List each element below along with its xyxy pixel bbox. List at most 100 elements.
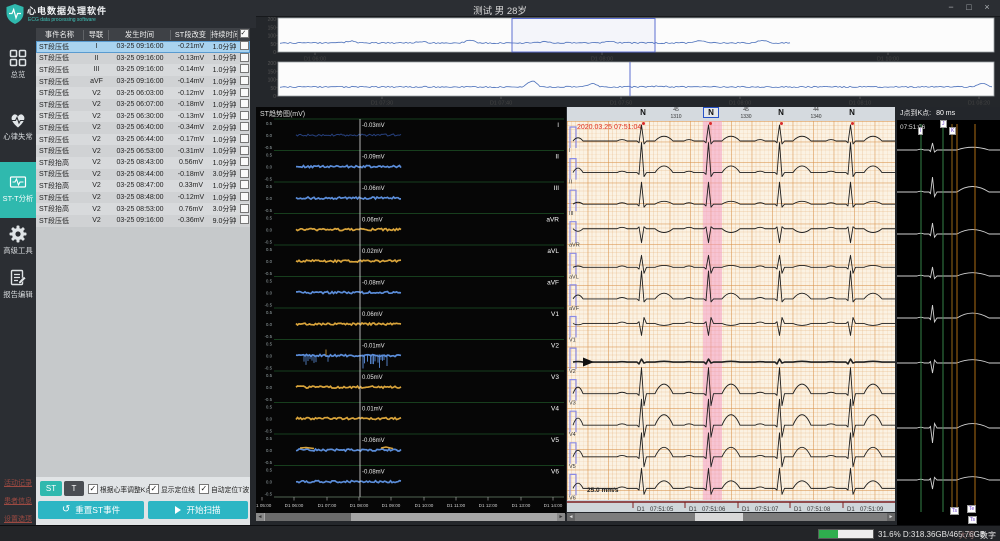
svg-text:D1 08:00: D1 08:00 [350,503,369,508]
svg-text:D1 06:00: D1 06:00 [285,503,304,508]
table-row[interactable]: ST段压低V203-25 06:40:00-0.34mV2.0分钟 [36,122,250,134]
row-checkbox[interactable] [238,111,250,122]
sidebar-item-st-t-analysis[interactable]: ST-T分析 [0,162,36,218]
cell: V2 [84,136,109,143]
table-row[interactable]: ST段压低V203-25 06:53:00-0.31mV1.0分钟 [36,145,250,157]
beat-label[interactable]: N [636,108,650,117]
table-row[interactable]: ST段压低V203-25 08:48:00-0.12mV1.0分钟 [36,192,250,204]
marker-label-Te[interactable]: Te [967,505,976,513]
ecg-waveform-gr[interactable]: 2020.03.25 07:51:0425.0 mm/sIIIIIIaVRaVL… [567,121,895,500]
marker-label-I[interactable]: I [918,127,923,135]
svg-text:-0.01mV: -0.01mV [362,344,385,350]
reset-st-events-button[interactable]: ↺ 重置ST事件 [38,501,144,519]
svg-text:07:51:06: 07:51:06 [702,507,726,512]
sidebar-item-label: 总览 [1,69,34,79]
sidebar-item-arrhythmia[interactable]: 心律失常 [0,110,36,142]
sidebar-item-report-edit[interactable]: 报告编辑 [0,268,36,300]
st-mode-button[interactable]: ST [40,481,62,496]
table-row[interactable]: ST段抬高V203-25 08:43:000.56mV1.0分钟 [36,157,250,169]
table-row[interactable]: ST段抬高V203-25 08:47:000.33mV1.0分钟 [36,180,250,192]
t-mode-button[interactable]: T [64,481,84,496]
scrollbar-thumb[interactable] [265,513,351,521]
table-row[interactable]: ST段压低V203-25 08:44:00-0.18mV3.0分钟 [36,169,250,181]
row-checkbox[interactable] [238,192,250,203]
marker-label-Ts[interactable]: Ts [950,507,959,515]
row-checkbox[interactable] [238,76,250,87]
col-time: 发生时间 [109,30,171,40]
beat-label-selected[interactable]: N [703,107,719,118]
svg-text:0.0: 0.0 [266,165,273,170]
analysis-option-2[interactable]: 自动定位T波 [199,484,249,494]
checkbox-icon [240,204,249,213]
row-checkbox[interactable] [238,180,250,191]
ime-number-indicator[interactable]: 数字 [980,530,996,541]
sidebar-item-overview[interactable]: 总览 [0,48,36,80]
cell: 03-25 09:16:00 [109,217,171,224]
checkbox-icon [240,88,249,97]
link-activity-log[interactable]: 活动记录 [4,478,32,488]
row-checkbox[interactable] [238,134,250,145]
sidebar-item-advanced-tools[interactable]: 高级工具 [0,224,36,256]
table-row[interactable]: ST段压低V203-25 06:44:00-0.17mV1.0分钟 [36,134,250,146]
table-row[interactable]: ST段压低I03-25 09:16:00-0.21mV1.0分钟 [36,41,250,53]
row-checkbox[interactable] [238,215,250,226]
maximize-button[interactable]: □ [962,2,976,12]
rr-value: 1340 [804,114,828,121]
table-row[interactable]: ST段压低III03-25 09:16:00-0.14mV1.0分钟 [36,64,250,76]
cell: 03-25 08:44:00 [109,171,171,178]
ecg-time-axis: D107:51:05D107:51:06D107:51:07D107:51:08… [567,500,895,512]
window-title: 测试 男 28岁 [0,3,1000,17]
scrollbar-thumb[interactable] [695,513,743,521]
app-window: 测试 男 28岁 − □ × 心电数据处理软件 ECG data process… [0,0,1000,541]
analysis-option-0[interactable]: 根据心率调整K点 [88,484,152,494]
row-checkbox[interactable] [238,157,250,168]
start-scan-button[interactable]: 开始扫描 [148,501,248,519]
marker-label-K[interactable]: K [949,127,956,135]
link-patient-info[interactable]: 患者信息 [4,496,32,506]
scroll-right-arrow[interactable] [887,513,895,521]
table-row[interactable]: ST段压低II03-25 09:16:00-0.13mV1.0分钟 [36,53,250,65]
row-checkbox[interactable] [238,146,250,157]
svg-text:D1: D1 [794,507,802,512]
ecg-scrollbar[interactable] [567,513,895,521]
row-checkbox[interactable] [238,204,250,215]
row-checkbox[interactable] [238,88,250,99]
row-checkbox[interactable] [238,41,250,52]
table-row[interactable]: ST段压低V203-25 06:30:00-0.13mV1.0分钟 [36,111,250,123]
row-checkbox[interactable] [238,53,250,64]
st-trend-scrollbar[interactable] [256,513,565,521]
select-all-checkbox[interactable] [240,29,249,38]
cell: 1.0分钟 [211,193,238,203]
scroll-left-arrow[interactable] [567,513,575,521]
row-checkbox[interactable] [238,99,250,110]
row-checkbox[interactable] [238,122,250,133]
table-row[interactable]: ST段抬高V203-25 08:53:000.76mV3.0分钟 [36,203,250,215]
minimize-button[interactable]: − [944,2,958,12]
table-row[interactable]: ST段压低V203-25 06:03:00-0.12mV1.0分钟 [36,87,250,99]
hr-trend-strip-overview[interactable]: 200150100500D1 06:00D1 08:00D1 10:00 [257,16,997,61]
marker-label-J[interactable]: J [940,120,947,128]
table-row[interactable]: ST段压低V203-25 06:07:00-0.18mV1.0分钟 [36,99,250,111]
row-checkbox[interactable] [238,169,250,180]
logo-subtitle: ECG data processing software [28,17,96,23]
link-settings[interactable]: 设置选项 [4,514,32,524]
beat-label[interactable]: N [774,108,788,117]
cell: 9.0分钟 [211,216,238,226]
svg-text:-0.5: -0.5 [265,208,273,213]
svg-text:V2: V2 [569,369,576,375]
svg-text:0.0: 0.0 [266,322,273,327]
cell: 3.0分钟 [211,169,238,179]
col-select-all[interactable] [238,29,250,40]
scroll-left-arrow[interactable] [256,513,264,521]
scroll-right-arrow[interactable] [557,513,565,521]
close-button[interactable]: × [980,2,994,12]
marker-label-Ts[interactable]: Ts [968,516,977,524]
row-checkbox[interactable] [238,64,250,75]
analysis-option-1[interactable]: 显示定位线 [149,484,195,494]
table-row[interactable]: ST段压低aVF03-25 09:16:00-0.14mV1.0分钟 [36,76,250,88]
checkbox-label: 自动定位T波 [211,484,249,494]
table-row[interactable]: ST段压低V203-25 09:16:00-0.36mV9.0分钟 [36,215,250,227]
beat-label[interactable]: N [845,108,859,117]
hr-trend-strip-zoom[interactable]: 200150100500D1 07:30D1 07:40D1 07:50D1 0… [257,60,997,105]
cell: -0.31mV [171,148,211,155]
